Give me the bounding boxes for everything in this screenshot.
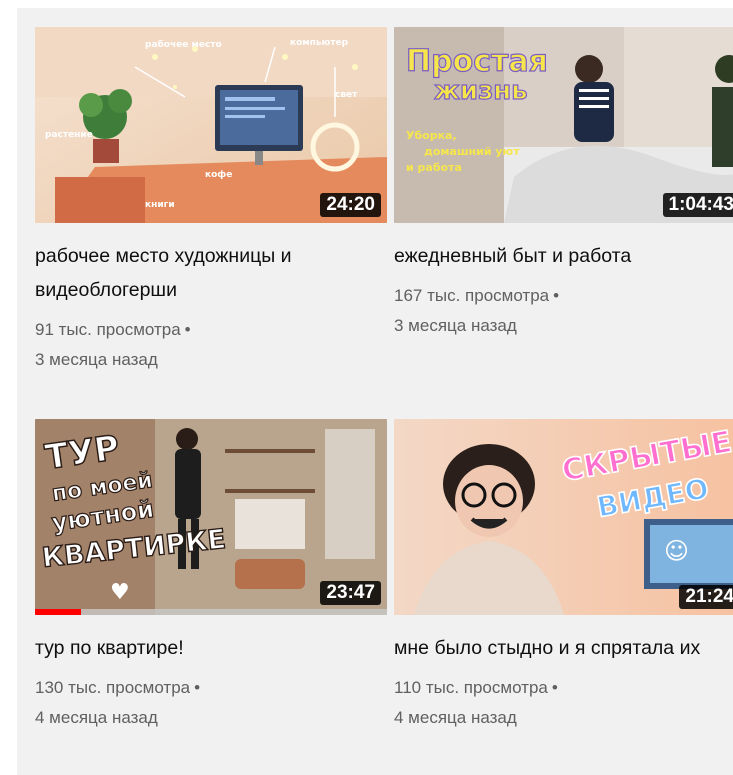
thumb-title-line-2: жизнь	[434, 76, 528, 106]
duration-badge: 21:24	[679, 585, 733, 609]
view-count: 130 тыс. просмотра	[35, 678, 191, 697]
video-card-daily-life[interactable]: Простая жизнь Уборка, домашний уют и раб…	[394, 27, 733, 341]
thumb-note-3: свет	[335, 90, 358, 100]
upload-age: 3 месяца назад	[35, 350, 158, 369]
video-thumbnail[interactable]: СКРЫТЫЕ ВИДЕО ☺ 21:24	[394, 419, 733, 615]
view-count: 167 тыс. просмотра	[394, 286, 550, 305]
view-count: 91 тыс. просмотра	[35, 320, 181, 339]
upload-age: 3 месяца назад	[394, 316, 517, 335]
video-title[interactable]: рабочее место художницы и видеоблогерши	[35, 239, 365, 307]
video-meta: 130 тыс. просмотра • 4 месяца назад	[35, 673, 387, 733]
upload-age: 4 месяца назад	[394, 708, 517, 727]
thumb-note-5: книги	[145, 200, 175, 210]
duration-badge: 24:20	[320, 193, 381, 217]
thumb-sub-line-1: Уборка,	[406, 129, 457, 142]
video-thumbnail[interactable]: рабочее место компьютер свет кофе книги …	[35, 27, 387, 223]
video-meta: 167 тыс. просмотра • 3 месяца назад	[394, 281, 733, 341]
heart-icon: ♥	[110, 580, 130, 605]
thumb-sub-line-3: и работа	[406, 161, 462, 174]
separator-dot: •	[553, 286, 560, 305]
thumb-note-2: компьютер	[290, 38, 349, 48]
video-grid: рабочее место компьютер свет кофе книги …	[17, 8, 733, 775]
video-card-workspace[interactable]: рабочее место компьютер свет кофе книги …	[35, 27, 387, 375]
video-meta: 110 тыс. просмотра • 4 месяца назад	[394, 673, 733, 733]
thumb-note-1: рабочее место	[145, 39, 222, 50]
watch-progress-bar	[35, 609, 387, 615]
video-title[interactable]: ежедневный быт и работа	[394, 239, 724, 273]
video-card-apartment-tour[interactable]: ТУР по моей уютной КВАРТИРКЕ ♥ 23:47 тур…	[35, 419, 387, 733]
thumb-note-6: растение	[45, 130, 93, 140]
separator-dot: •	[551, 678, 558, 697]
upload-age: 4 месяца назад	[35, 708, 158, 727]
smile-icon: ☺	[664, 537, 689, 565]
video-card-hidden-videos[interactable]: СКРЫТЫЕ ВИДЕО ☺ 21:24 мне было стыдно и …	[394, 419, 733, 733]
video-thumbnail[interactable]: ТУР по моей уютной КВАРТИРКЕ ♥ 23:47	[35, 419, 387, 615]
thumb-title-line-1: Простая	[406, 44, 548, 79]
view-count: 110 тыс. просмотра	[394, 678, 548, 697]
watch-progress-fill	[35, 609, 81, 615]
video-title[interactable]: мне было стыдно и я спрятала их	[394, 631, 724, 665]
duration-badge: 1:04:43	[662, 193, 733, 217]
separator-dot: •	[194, 678, 201, 697]
duration-badge: 23:47	[320, 581, 381, 605]
video-title[interactable]: тур по квартире!	[35, 631, 365, 665]
thumb-note-4: кофе	[205, 170, 232, 180]
video-thumbnail[interactable]: Простая жизнь Уборка, домашний уют и раб…	[394, 27, 733, 223]
separator-dot: •	[184, 320, 191, 339]
video-meta: 91 тыс. просмотра • 3 месяца назад	[35, 315, 387, 375]
thumb-sub-line-2: домашний уют	[424, 145, 520, 158]
